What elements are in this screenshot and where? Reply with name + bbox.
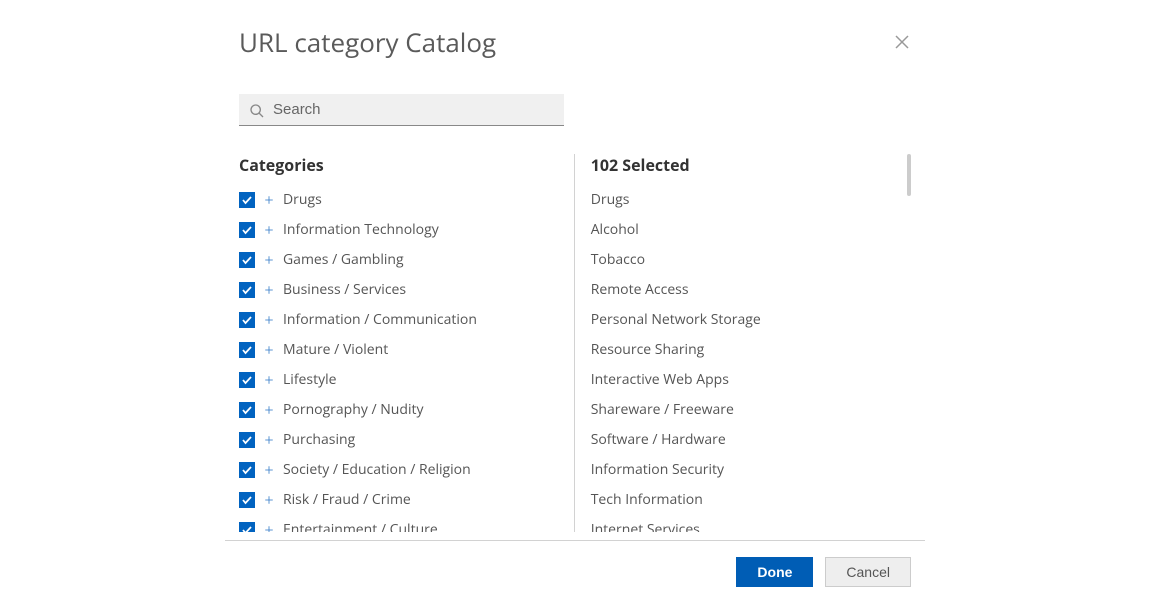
plus-icon[interactable] [263,314,275,326]
selected-item: Shareware / Freeware [591,400,901,419]
category-checkbox[interactable] [239,402,255,418]
selected-heading: 102 Selected [591,154,901,176]
selected-column: 102 Selected Drugs Alcohol Tobacco Remote A… [575,154,911,532]
selected-item: Software / Hardware [591,430,901,449]
category-item: Mature / Violent [239,340,564,359]
category-label: Drugs [283,190,322,209]
category-checkbox[interactable] [239,282,255,298]
category-checkbox[interactable] [239,192,255,208]
category-label: Information Technology [283,220,439,239]
selected-item: Interactive Web Apps [591,370,901,389]
category-label: Lifestyle [283,370,336,389]
search-container [225,64,925,126]
selected-item: Personal Network Storage [591,310,901,329]
categories-column: Categories Drugs Information Technology Ga… [239,154,575,532]
dialog-body: Categories Drugs Information Technology Ga… [225,154,925,532]
category-item: Purchasing [239,430,564,449]
category-checkbox[interactable] [239,522,255,533]
category-label: Purchasing [283,430,355,449]
category-label: Information / Communication [283,310,477,329]
category-item: Drugs [239,190,564,209]
category-checkbox[interactable] [239,222,255,238]
category-item: Information / Communication [239,310,564,329]
plus-icon[interactable] [263,374,275,386]
category-label: Games / Gambling [283,250,404,269]
selected-item: Information Security [591,460,901,479]
selected-item: Internet Services [591,520,901,532]
plus-icon[interactable] [263,404,275,416]
category-checkbox[interactable] [239,252,255,268]
category-checkbox[interactable] [239,462,255,478]
categories-heading: Categories [239,154,564,176]
category-item: Pornography / Nudity [239,400,564,419]
category-checkbox[interactable] [239,492,255,508]
plus-icon[interactable] [263,284,275,296]
done-button[interactable]: Done [736,557,813,587]
category-label: Entertainment / Culture [283,520,438,532]
selected-item: Remote Access [591,280,901,299]
plus-icon[interactable] [263,224,275,236]
selected-item: Resource Sharing [591,340,901,359]
search-icon [249,102,265,118]
category-label: Pornography / Nudity [283,400,423,419]
selected-item: Tobacco [591,250,901,269]
selected-item: Tech Information [591,490,901,509]
plus-icon[interactable] [263,464,275,476]
search-input[interactable] [273,101,554,118]
category-checkbox[interactable] [239,312,255,328]
category-label: Mature / Violent [283,340,388,359]
plus-icon[interactable] [263,494,275,506]
category-checkbox[interactable] [239,342,255,358]
category-item: Information Technology [239,220,564,239]
category-item: Lifestyle [239,370,564,389]
category-label: Risk / Fraud / Crime [283,490,411,509]
cancel-button[interactable]: Cancel [825,557,911,587]
selected-item: Drugs [591,190,901,209]
category-label: Society / Education / Religion [283,460,471,479]
plus-icon[interactable] [263,344,275,356]
category-item: Society / Education / Religion [239,460,564,479]
plus-icon[interactable] [263,194,275,206]
selected-item: Alcohol [591,220,901,239]
plus-icon[interactable] [263,434,275,446]
category-item: Games / Gambling [239,250,564,269]
dialog-footer: Done Cancel [225,540,925,587]
plus-icon[interactable] [263,254,275,266]
url-category-catalog-dialog: URL category Catalog Categories Drugs Inf… [225,12,925,587]
category-checkbox[interactable] [239,372,255,388]
scrollbar-thumb[interactable] [907,154,911,196]
category-item: Business / Services [239,280,564,299]
selected-list: Drugs Alcohol Tobacco Remote Access Personal… [591,190,901,532]
category-item: Risk / Fraud / Crime [239,490,564,509]
search-box[interactable] [239,94,564,126]
dialog-title: URL category Catalog [239,24,496,60]
plus-icon[interactable] [263,524,275,533]
categories-list: Drugs Information Technology Games / Gambl… [239,190,564,532]
category-label: Business / Services [283,280,406,299]
category-checkbox[interactable] [239,432,255,448]
dialog-header: URL category Catalog [225,12,925,64]
category-item: Entertainment / Culture [239,520,564,532]
close-icon[interactable] [893,33,911,51]
